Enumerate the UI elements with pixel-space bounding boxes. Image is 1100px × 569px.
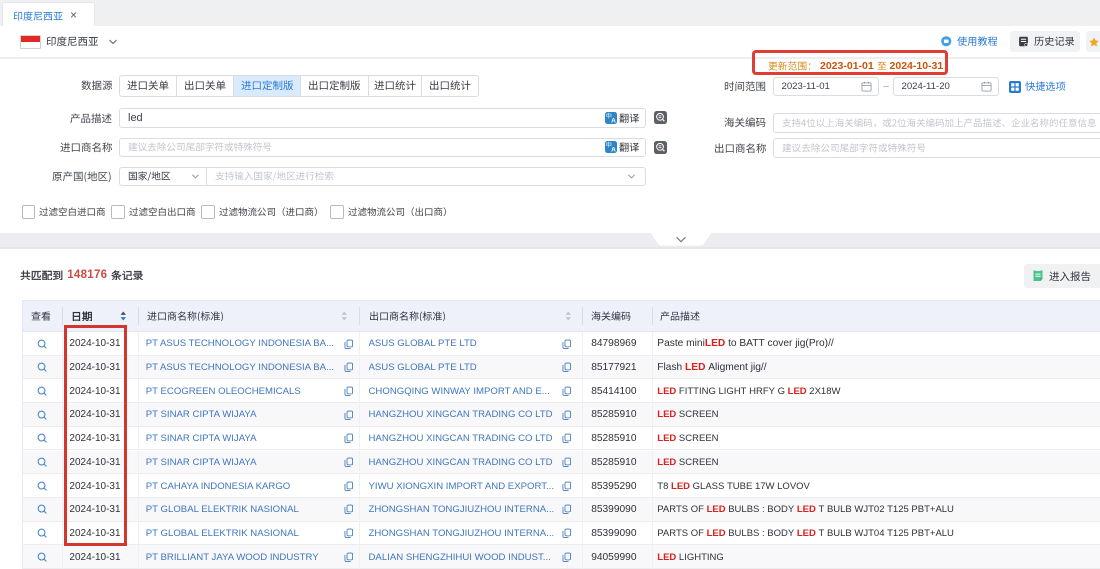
svg-text:A: A (611, 147, 616, 153)
svg-text:A: A (611, 117, 616, 123)
